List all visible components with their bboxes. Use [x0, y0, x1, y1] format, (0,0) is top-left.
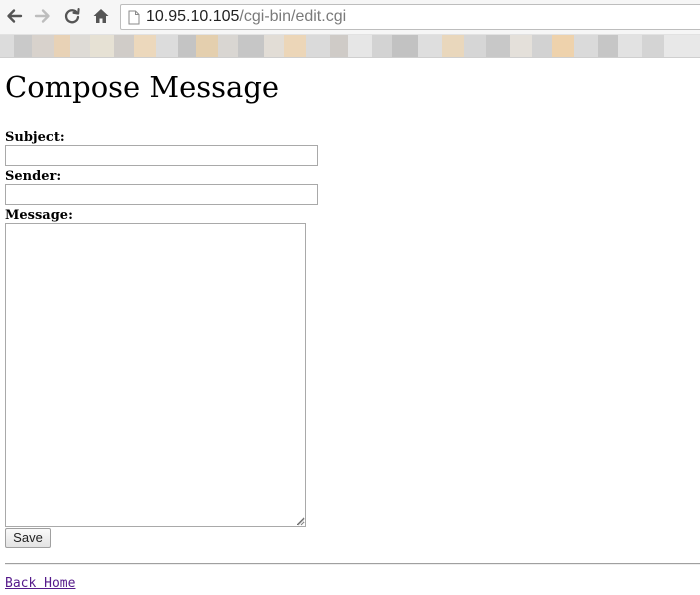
divider	[5, 563, 700, 565]
url-host: 10.95.10.105	[146, 8, 240, 25]
url-text: 10.95.10.105/cgi-bin/edit.cgi	[146, 8, 346, 26]
page-title: Compose Message	[5, 70, 280, 104]
forward-button[interactable]	[32, 5, 54, 27]
subject-input[interactable]	[5, 145, 318, 166]
url-path: /cgi-bin/edit.cgi	[239, 8, 347, 25]
browser-toolbar: 10.95.10.105/cgi-bin/edit.cgi	[0, 0, 700, 35]
bookmarks-bar-blurred	[0, 35, 700, 58]
sender-input[interactable]	[5, 184, 318, 205]
forward-arrow-icon	[34, 9, 50, 23]
home-button[interactable]	[90, 5, 112, 27]
back-arrow-icon	[7, 9, 23, 23]
home-icon	[93, 9, 109, 23]
message-label: Message:	[5, 208, 73, 223]
back-home-link[interactable]: Back Home	[5, 576, 75, 592]
reload-icon	[64, 7, 80, 24]
back-button[interactable]	[3, 5, 25, 27]
save-button[interactable]: Save	[5, 528, 51, 548]
address-bar[interactable]: 10.95.10.105/cgi-bin/edit.cgi	[120, 4, 700, 30]
message-textarea[interactable]	[5, 223, 306, 527]
sender-label: Sender:	[5, 169, 62, 184]
reload-button[interactable]	[61, 5, 83, 27]
page-icon	[128, 10, 140, 25]
subject-label: Subject:	[5, 130, 65, 145]
